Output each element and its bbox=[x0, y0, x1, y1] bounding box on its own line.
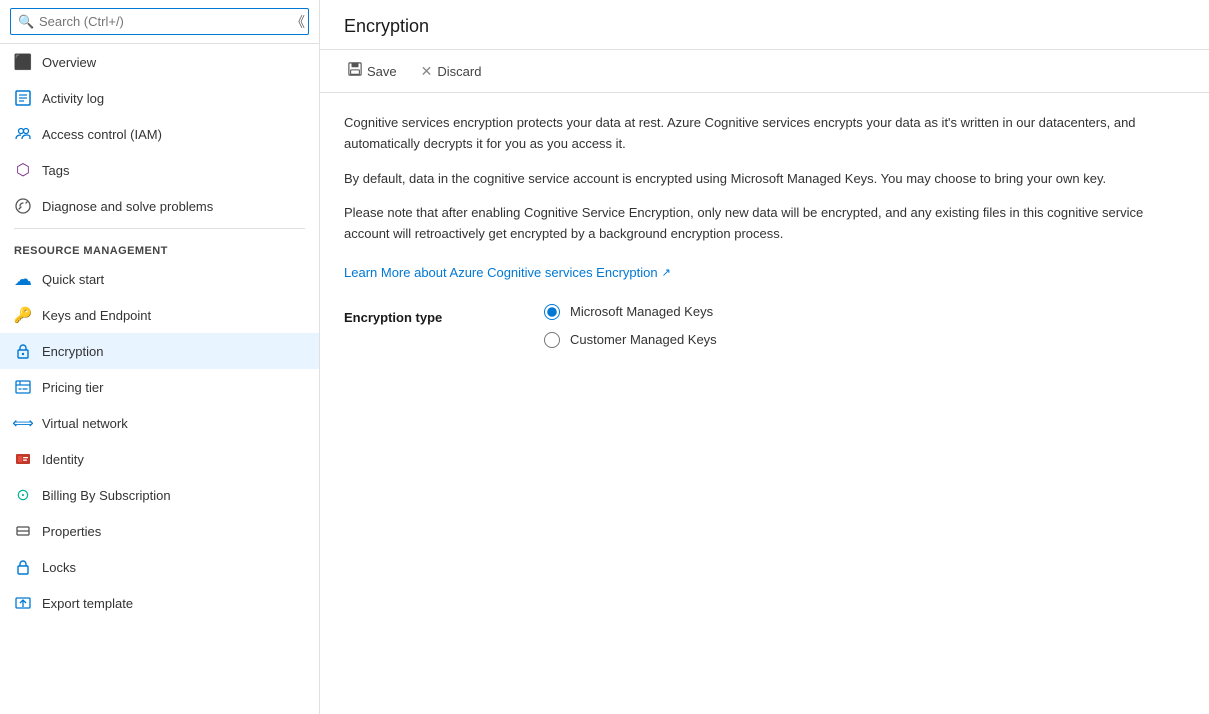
save-button[interactable]: Save bbox=[344, 60, 401, 82]
encryption-type-label: Encryption type bbox=[344, 304, 484, 325]
sidebar-item-label: Access control (IAM) bbox=[42, 127, 162, 142]
overview-icon: ⬛ bbox=[14, 53, 32, 71]
sidebar-item-label: Properties bbox=[42, 524, 101, 539]
quick-start-icon: ☁ bbox=[14, 270, 32, 288]
sidebar-item-virtual-network[interactable]: ⟺ Virtual network bbox=[0, 405, 319, 441]
encryption-icon bbox=[14, 342, 32, 360]
discard-icon: ✕ bbox=[421, 63, 433, 80]
export-icon bbox=[14, 594, 32, 612]
sidebar-item-billing[interactable]: ⊙ Billing By Subscription bbox=[0, 477, 319, 513]
microsoft-managed-radio[interactable] bbox=[544, 304, 560, 320]
sidebar: 🔍 《 ⬛ Overview Activity log bbox=[0, 0, 320, 714]
external-link-icon: ↗ bbox=[662, 266, 671, 279]
iam-icon bbox=[14, 125, 32, 143]
sidebar-item-label: Activity log bbox=[42, 91, 104, 106]
sidebar-item-export-template[interactable]: Export template bbox=[0, 585, 319, 621]
sidebar-item-label: Export template bbox=[42, 596, 133, 611]
sidebar-item-iam[interactable]: Access control (IAM) bbox=[0, 116, 319, 152]
resource-management-header: RESOURCE MANAGEMENT bbox=[0, 233, 319, 261]
sidebar-item-identity[interactable]: Identity bbox=[0, 441, 319, 477]
top-nav: ⬛ Overview Activity log bbox=[0, 44, 319, 224]
description-3: Please note that after enabling Cognitiv… bbox=[344, 203, 1185, 245]
tags-icon: ⬡ bbox=[14, 161, 32, 179]
microsoft-managed-label: Microsoft Managed Keys bbox=[570, 304, 713, 319]
sidebar-item-label: Tags bbox=[42, 163, 69, 178]
description-block: Cognitive services encryption protects y… bbox=[344, 113, 1185, 245]
sidebar-item-tags[interactable]: ⬡ Tags bbox=[0, 152, 319, 188]
keys-icon: 🔑 bbox=[14, 306, 32, 324]
save-label: Save bbox=[367, 64, 397, 79]
sidebar-item-label: Identity bbox=[42, 452, 84, 467]
save-icon bbox=[348, 62, 362, 80]
sidebar-item-label: Encryption bbox=[42, 344, 103, 359]
customer-managed-keys-option[interactable]: Customer Managed Keys bbox=[544, 332, 717, 348]
sidebar-item-label: Overview bbox=[42, 55, 96, 70]
sidebar-item-keys-endpoint[interactable]: 🔑 Keys and Endpoint bbox=[0, 297, 319, 333]
diagnose-icon bbox=[14, 197, 32, 215]
page-title: Encryption bbox=[344, 16, 1185, 37]
content-body: Cognitive services encryption protects y… bbox=[320, 93, 1209, 368]
sidebar-item-label: Virtual network bbox=[42, 416, 128, 431]
sidebar-item-properties[interactable]: Properties bbox=[0, 513, 319, 549]
description-2: By default, data in the cognitive servic… bbox=[344, 169, 1185, 190]
sidebar-item-label: Billing By Subscription bbox=[42, 488, 171, 503]
identity-icon bbox=[14, 450, 32, 468]
locks-icon bbox=[14, 558, 32, 576]
activity-log-icon bbox=[14, 89, 32, 107]
page-header: Encryption bbox=[320, 0, 1209, 50]
search-bar: 🔍 《 bbox=[0, 0, 319, 44]
encryption-type-section: Encryption type Microsoft Managed Keys C… bbox=[344, 304, 1185, 348]
sidebar-item-label: Locks bbox=[42, 560, 76, 575]
sidebar-item-locks[interactable]: Locks bbox=[0, 549, 319, 585]
radio-options: Microsoft Managed Keys Customer Managed … bbox=[544, 304, 717, 348]
sidebar-item-label: Keys and Endpoint bbox=[42, 308, 151, 323]
collapse-sidebar-button[interactable]: 《 bbox=[291, 12, 305, 32]
sidebar-item-encryption[interactable]: Encryption bbox=[0, 333, 319, 369]
description-1: Cognitive services encryption protects y… bbox=[344, 113, 1185, 155]
billing-icon: ⊙ bbox=[14, 486, 32, 504]
microsoft-managed-keys-option[interactable]: Microsoft Managed Keys bbox=[544, 304, 717, 320]
customer-managed-radio[interactable] bbox=[544, 332, 560, 348]
sidebar-item-label: Diagnose and solve problems bbox=[42, 199, 213, 214]
properties-icon bbox=[14, 522, 32, 540]
learn-more-link[interactable]: Learn More about Azure Cognitive service… bbox=[344, 265, 671, 280]
toolbar: Save ✕ Discard bbox=[320, 50, 1209, 93]
discard-label: Discard bbox=[437, 64, 481, 79]
search-input[interactable] bbox=[10, 8, 309, 35]
vnet-icon: ⟺ bbox=[14, 414, 32, 432]
pricing-icon bbox=[14, 378, 32, 396]
search-icon: 🔍 bbox=[18, 14, 34, 30]
customer-managed-label: Customer Managed Keys bbox=[570, 332, 717, 347]
sidebar-item-overview[interactable]: ⬛ Overview bbox=[0, 44, 319, 80]
sidebar-item-label: Quick start bbox=[42, 272, 104, 287]
sidebar-item-quick-start[interactable]: ☁ Quick start bbox=[0, 261, 319, 297]
sidebar-item-pricing-tier[interactable]: Pricing tier bbox=[0, 369, 319, 405]
sidebar-item-label: Pricing tier bbox=[42, 380, 103, 395]
main-content: Encryption Save ✕ Discard Cognitive serv… bbox=[320, 0, 1209, 714]
nav-divider bbox=[14, 228, 305, 229]
discard-button[interactable]: ✕ Discard bbox=[417, 61, 486, 82]
sidebar-item-diagnose[interactable]: Diagnose and solve problems bbox=[0, 188, 319, 224]
resource-nav: ☁ Quick start 🔑 Keys and Endpoint Encryp… bbox=[0, 261, 319, 621]
learn-more-text: Learn More about Azure Cognitive service… bbox=[344, 265, 658, 280]
sidebar-item-activity-log[interactable]: Activity log bbox=[0, 80, 319, 116]
